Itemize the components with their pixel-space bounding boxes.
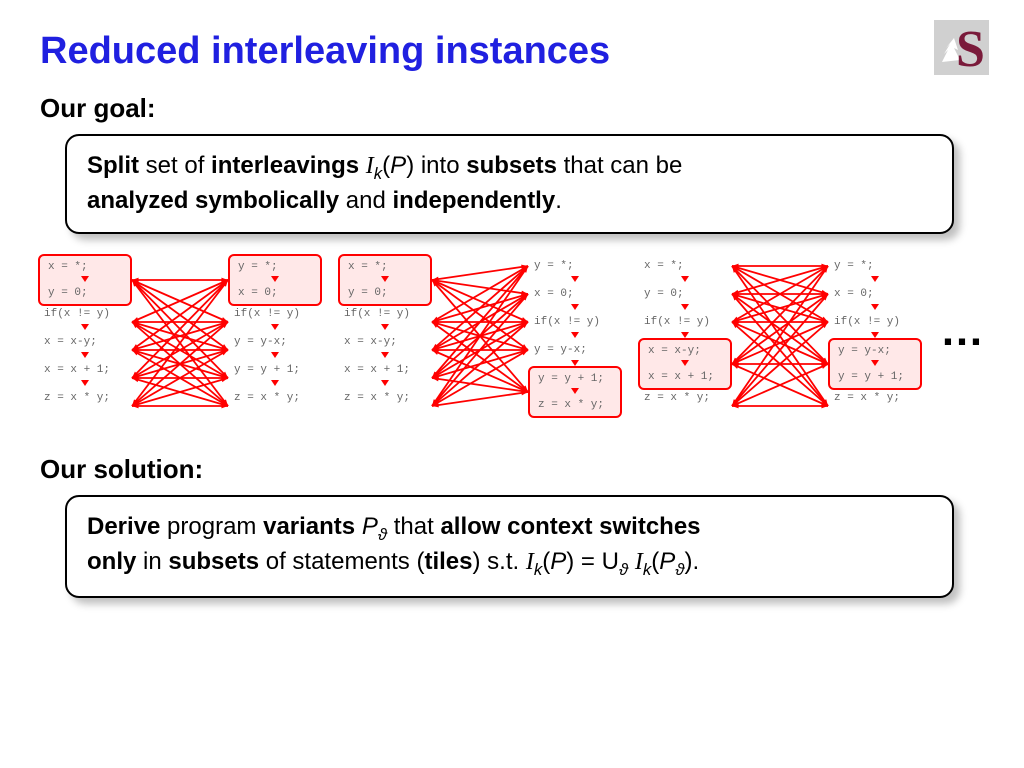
code-statement: x = *; (344, 258, 426, 276)
code-statement: y = *; (830, 256, 920, 276)
svg-text:S: S (956, 21, 985, 75)
code-statement: x = 0; (830, 284, 920, 304)
code-statement: y = y-x; (834, 342, 916, 360)
code-statement: if(x != y) (40, 304, 130, 324)
code-statement: z = x * y; (830, 388, 920, 408)
code-statement: x = x-y; (340, 332, 430, 352)
tile: y = y + 1; z = x * y; (528, 366, 622, 418)
goal-box: Split set of interleavings Ik(P) into su… (65, 134, 954, 234)
code-statement: x = x + 1; (340, 360, 430, 380)
tile: x = *; y = 0; (38, 254, 132, 306)
code-statement: if(x != y) (640, 312, 730, 332)
code-statement: x = 0; (234, 284, 316, 302)
code-statement: y = 0; (640, 284, 730, 304)
tile: x = *; y = 0; (338, 254, 432, 306)
interleaving-diagram-1: x = *; y = 0; if(x != y) x = x-y; x = x + 1;… (40, 256, 320, 436)
code-statement: y = 0; (344, 284, 426, 302)
code-statement: y = y + 1; (834, 368, 916, 386)
code-statement: y = *; (234, 258, 316, 276)
ellipsis: … (940, 306, 984, 386)
code-statement: z = x * y; (230, 388, 320, 408)
code-statement: z = x * y; (534, 396, 616, 414)
code-statement: if(x != y) (340, 304, 430, 324)
code-statement: if(x != y) (830, 312, 920, 332)
interleaving-diagram-3: x = *; y = 0; if(x != y) x = x-y; x = x + 1;… (640, 256, 920, 436)
solution-box: Derive program variants Pϑ that allow co… (65, 495, 954, 598)
diagrams-row: x = *; y = 0; if(x != y) x = x-y; x = x + 1;… (40, 256, 984, 436)
code-statement: x = x + 1; (40, 360, 130, 380)
code-statement: z = x * y; (640, 388, 730, 408)
code-statement: x = *; (44, 258, 126, 276)
tile: y = y-x; y = y + 1; (828, 338, 922, 390)
goal-heading: Our goal: (40, 93, 984, 124)
code-statement: y = y + 1; (534, 370, 616, 388)
code-statement: x = x-y; (644, 342, 726, 360)
solution-heading: Our solution: (40, 454, 984, 485)
university-logo: S (934, 20, 989, 75)
code-statement: z = x * y; (340, 388, 430, 408)
code-statement: x = x + 1; (644, 368, 726, 386)
code-statement: y = y-x; (230, 332, 320, 352)
code-statement: x = *; (640, 256, 730, 276)
code-statement: if(x != y) (230, 304, 320, 324)
code-statement: z = x * y; (40, 388, 130, 408)
code-statement: y = 0; (44, 284, 126, 302)
code-statement: y = y-x; (530, 340, 620, 360)
tile: y = *; x = 0; (228, 254, 322, 306)
slide-title: Reduced interleaving instances (40, 30, 984, 73)
code-statement: y = y + 1; (230, 360, 320, 380)
code-statement: if(x != y) (530, 312, 620, 332)
code-statement: x = x-y; (40, 332, 130, 352)
tile: x = x-y; x = x + 1; (638, 338, 732, 390)
code-statement: x = 0; (530, 284, 620, 304)
interleaving-diagram-2: x = *; y = 0; if(x != y) x = x-y; x = x + 1;… (340, 256, 620, 436)
code-statement: y = *; (530, 256, 620, 276)
